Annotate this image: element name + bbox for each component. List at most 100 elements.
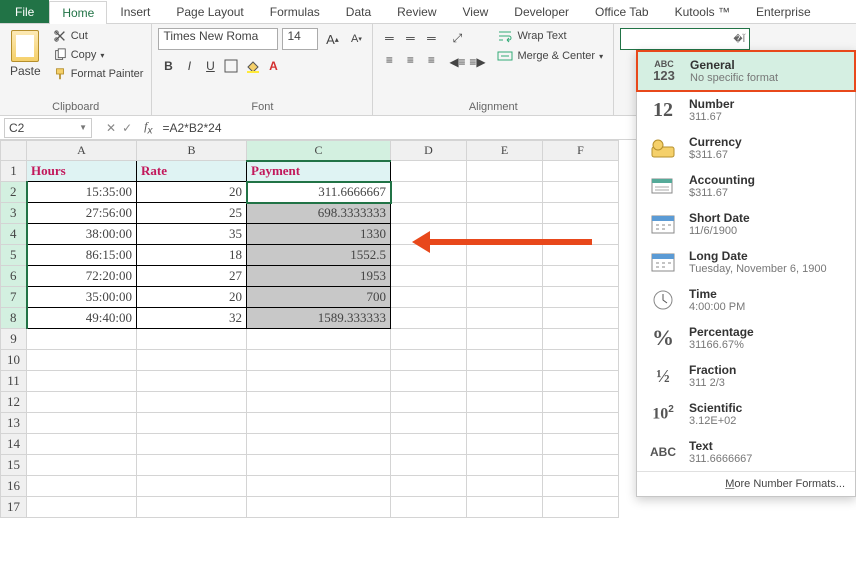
- tab-home[interactable]: Home: [49, 1, 107, 24]
- tab-review[interactable]: Review: [384, 0, 449, 23]
- cell-B14[interactable]: [137, 434, 247, 455]
- number-format-select[interactable]: �آ: [620, 28, 750, 50]
- cell-F6[interactable]: [543, 266, 619, 287]
- row-header[interactable]: 11: [1, 371, 27, 392]
- col-header-B[interactable]: B: [137, 141, 247, 161]
- cell-C8[interactable]: 1589.333333: [247, 308, 391, 329]
- cell-A5[interactable]: 86:15:00: [27, 245, 137, 266]
- cell-F13[interactable]: [543, 413, 619, 434]
- cell-B8[interactable]: 32: [137, 308, 247, 329]
- row-header[interactable]: 16: [1, 476, 27, 497]
- cell-A6[interactable]: 72:20:00: [27, 266, 137, 287]
- cell-E15[interactable]: [467, 455, 543, 476]
- cell-A12[interactable]: [27, 392, 137, 413]
- cell-C17[interactable]: [247, 497, 391, 518]
- cell-A16[interactable]: [27, 476, 137, 497]
- bold-button[interactable]: B: [158, 56, 178, 76]
- tab-enterprise[interactable]: Enterprise: [743, 0, 824, 23]
- cell-C12[interactable]: [247, 392, 391, 413]
- cell-C10[interactable]: [247, 350, 391, 371]
- row-header[interactable]: 13: [1, 413, 27, 434]
- cell-E6[interactable]: [467, 266, 543, 287]
- cell-E8[interactable]: [467, 308, 543, 329]
- row-header[interactable]: 2: [1, 182, 27, 203]
- cell-D8[interactable]: [391, 308, 467, 329]
- cell-A1[interactable]: Hours: [27, 161, 137, 182]
- name-box[interactable]: C2 ▼: [4, 118, 92, 138]
- cell-E5[interactable]: [467, 245, 543, 266]
- cell-C4[interactable]: 1330: [247, 224, 391, 245]
- cell-E10[interactable]: [467, 350, 543, 371]
- tab-file[interactable]: File: [0, 0, 49, 23]
- cell-C9[interactable]: [247, 329, 391, 350]
- font-color-button[interactable]: A: [263, 56, 283, 76]
- underline-button[interactable]: U: [200, 56, 220, 76]
- tab-kutools-[interactable]: Kutools ™: [662, 0, 743, 23]
- cell-A4[interactable]: 38:00:00: [27, 224, 137, 245]
- cell-F15[interactable]: [543, 455, 619, 476]
- cell-E9[interactable]: [467, 329, 543, 350]
- cell-F16[interactable]: [543, 476, 619, 497]
- cancel-formula-button[interactable]: ✕: [106, 121, 116, 135]
- cell-F17[interactable]: [543, 497, 619, 518]
- cell-F1[interactable]: [543, 161, 619, 182]
- cell-D3[interactable]: [391, 203, 467, 224]
- cell-B16[interactable]: [137, 476, 247, 497]
- cell-B1[interactable]: Rate: [137, 161, 247, 182]
- cell-D2[interactable]: [391, 182, 467, 203]
- cell-A15[interactable]: [27, 455, 137, 476]
- cell-D7[interactable]: [391, 287, 467, 308]
- cell-F11[interactable]: [543, 371, 619, 392]
- row-header[interactable]: 10: [1, 350, 27, 371]
- cell-B15[interactable]: [137, 455, 247, 476]
- align-bottom-button[interactable]: ═: [421, 28, 441, 48]
- cell-B9[interactable]: [137, 329, 247, 350]
- cell-F4[interactable]: [543, 224, 619, 245]
- italic-button[interactable]: I: [179, 56, 199, 76]
- align-top-button[interactable]: ═: [379, 28, 399, 48]
- cell-F8[interactable]: [543, 308, 619, 329]
- cell-E13[interactable]: [467, 413, 543, 434]
- increase-indent-button[interactable]: ≡▶: [467, 52, 487, 72]
- row-header[interactable]: 5: [1, 245, 27, 266]
- increase-font-button[interactable]: A▴: [322, 29, 342, 49]
- cell-D12[interactable]: [391, 392, 467, 413]
- cell-E7[interactable]: [467, 287, 543, 308]
- fx-icon[interactable]: fx: [138, 119, 158, 136]
- cell-A3[interactable]: 27:56:00: [27, 203, 137, 224]
- cell-F14[interactable]: [543, 434, 619, 455]
- border-button[interactable]: [221, 56, 241, 76]
- font-size-select[interactable]: 14: [282, 28, 318, 50]
- cell-D14[interactable]: [391, 434, 467, 455]
- cell-A17[interactable]: [27, 497, 137, 518]
- row-header[interactable]: 12: [1, 392, 27, 413]
- cell-D6[interactable]: [391, 266, 467, 287]
- cell-A10[interactable]: [27, 350, 137, 371]
- select-all-corner[interactable]: [1, 141, 27, 161]
- cell-F7[interactable]: [543, 287, 619, 308]
- cell-A7[interactable]: 35:00:00: [27, 287, 137, 308]
- col-header-F[interactable]: F: [543, 141, 619, 161]
- cell-B10[interactable]: [137, 350, 247, 371]
- paste-button[interactable]: Paste: [6, 28, 45, 80]
- cell-B12[interactable]: [137, 392, 247, 413]
- col-header-E[interactable]: E: [467, 141, 543, 161]
- cell-A8[interactable]: 49:40:00: [27, 308, 137, 329]
- cell-F10[interactable]: [543, 350, 619, 371]
- cell-C6[interactable]: 1953: [247, 266, 391, 287]
- cell-F9[interactable]: [543, 329, 619, 350]
- cell-D15[interactable]: [391, 455, 467, 476]
- accept-formula-button[interactable]: ✓: [122, 121, 132, 135]
- cut-button[interactable]: Cut: [51, 28, 146, 44]
- cell-B7[interactable]: 20: [137, 287, 247, 308]
- cell-E4[interactable]: [467, 224, 543, 245]
- cell-D9[interactable]: [391, 329, 467, 350]
- row-header[interactable]: 3: [1, 203, 27, 224]
- format-painter-button[interactable]: Format Painter: [51, 66, 146, 82]
- cell-F5[interactable]: [543, 245, 619, 266]
- cell-E17[interactable]: [467, 497, 543, 518]
- cell-A11[interactable]: [27, 371, 137, 392]
- cell-B3[interactable]: 25: [137, 203, 247, 224]
- col-header-A[interactable]: A: [27, 141, 137, 161]
- fill-color-button[interactable]: [242, 56, 262, 76]
